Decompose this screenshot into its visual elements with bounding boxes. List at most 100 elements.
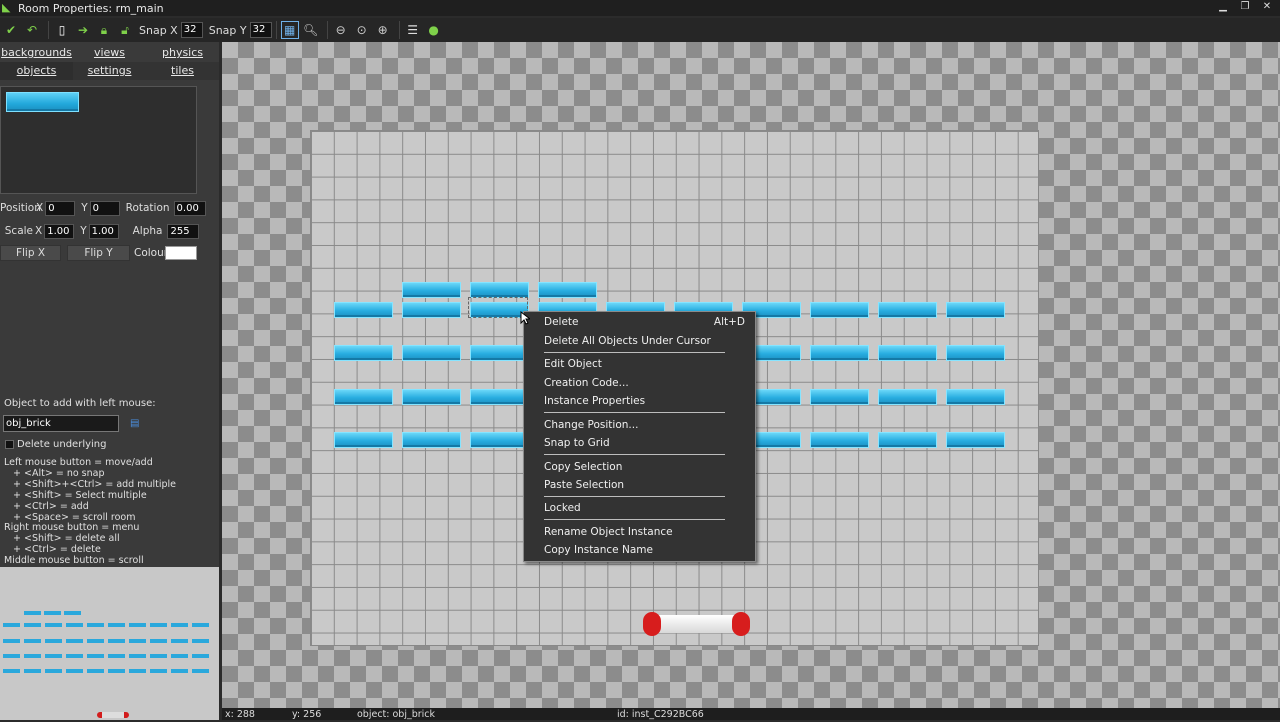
brick-instance[interactable] (402, 282, 461, 298)
minimap-brick (171, 623, 188, 627)
brick-instance[interactable] (334, 302, 393, 318)
position-y-input[interactable]: 0 (89, 200, 120, 216)
brick-instance[interactable] (538, 282, 597, 298)
colour-swatch[interactable] (165, 246, 197, 260)
tab-views[interactable]: views (73, 44, 146, 62)
minimap-brick (192, 639, 209, 643)
brick-instance[interactable] (334, 389, 393, 405)
menu-separator (544, 352, 725, 353)
list-icon[interactable]: ☰ (404, 21, 422, 39)
brick-instance[interactable] (470, 432, 529, 448)
tab-settings[interactable]: settings (73, 62, 146, 80)
undo-icon[interactable]: ↶ (23, 21, 41, 39)
new-document-icon[interactable]: ▯ (53, 21, 71, 39)
minimap-brick (3, 669, 20, 673)
unlock-icon[interactable]: 🔓︎ (116, 21, 134, 39)
zoom-in-icon[interactable]: ⊕ (374, 21, 392, 39)
snap-x-label: Snap X (139, 23, 178, 37)
minimap-brick (3, 654, 20, 658)
minimize-icon[interactable]: ▁ (1216, 1, 1230, 13)
mouse-help-text: Left mouse button = move/add + <Alt> = n… (4, 457, 177, 567)
tab-row-2: objects settings tiles (0, 62, 219, 80)
brick-instance[interactable] (334, 432, 393, 448)
brick-instance[interactable] (878, 345, 937, 361)
brick-instance[interactable] (878, 302, 937, 318)
tab-physics[interactable]: physics (146, 44, 219, 62)
brick-instance[interactable] (810, 432, 869, 448)
tab-tiles[interactable]: tiles (146, 62, 219, 80)
brick-instance[interactable] (810, 302, 869, 318)
menu-item-instance-properties[interactable]: Instance Properties (544, 395, 645, 407)
shift-arrow-icon[interactable]: ➔ (74, 21, 92, 39)
zoom-reset-icon[interactable]: ⊙ (353, 21, 371, 39)
flip-y-button[interactable]: Flip Y (67, 245, 130, 261)
menu-item-creation-code[interactable]: Creation Code... (544, 377, 629, 389)
brick-instance[interactable] (402, 389, 461, 405)
alpha-input[interactable]: 255 (167, 223, 200, 239)
menu-item-paste-selection[interactable]: Paste Selection (544, 479, 624, 491)
restore-icon[interactable]: ❐ (1238, 1, 1252, 13)
brick-instance[interactable] (402, 345, 461, 361)
menu-separator (544, 412, 725, 413)
brick-instance[interactable] (946, 432, 1005, 448)
position-x-input[interactable]: 0 (45, 200, 76, 216)
object-preview (0, 86, 197, 194)
brick-instance[interactable] (334, 345, 393, 361)
minimap-brick (108, 669, 125, 673)
minimap-brick (171, 654, 188, 658)
menu-item-rename-object-instance[interactable]: Rename Object Instance (544, 526, 673, 538)
paddle-instance[interactable] (643, 612, 750, 636)
minimap-brick (87, 623, 104, 627)
delete-underlying-checkbox[interactable] (5, 440, 14, 449)
status-bar: x: 288 y: 256 object: obj_brick id: inst… (222, 708, 1280, 720)
tab-backgrounds[interactable]: backgrounds (0, 44, 73, 62)
minimap-brick (150, 623, 167, 627)
menu-item-change-position[interactable]: Change Position... (544, 419, 638, 431)
brick-instance[interactable] (810, 345, 869, 361)
zoom-dropdown-icon[interactable]: 🔍︎ (302, 21, 320, 39)
brick-instance[interactable] (946, 389, 1005, 405)
lock-icon[interactable]: 🔒︎ (95, 21, 113, 39)
help-icon[interactable]: ● (425, 21, 443, 39)
menu-item-delete[interactable]: Delete (544, 316, 579, 328)
minimap-brick (129, 639, 146, 643)
brick-instance[interactable] (878, 389, 937, 405)
snap-x-input[interactable]: 32 (180, 22, 203, 38)
brick-instance[interactable] (402, 302, 461, 318)
minimap-brick (24, 654, 41, 658)
minimap-brick (24, 623, 41, 627)
menu-item-locked[interactable]: Locked (544, 502, 581, 514)
menu-item-delete-all-under-cursor[interactable]: Delete All Objects Under Cursor (544, 335, 711, 347)
close-icon[interactable]: ✕ (1260, 1, 1274, 13)
brick-instance[interactable] (946, 302, 1005, 318)
zoom-out-icon[interactable]: ⊖ (332, 21, 350, 39)
object-menu-icon[interactable]: ▤ (130, 418, 142, 429)
menu-item-snap-to-grid[interactable]: Snap to Grid (544, 437, 610, 449)
menu-item-copy-instance-name[interactable]: Copy Instance Name (544, 544, 653, 556)
menu-item-copy-selection[interactable]: Copy Selection (544, 461, 622, 473)
brick-instance[interactable] (946, 345, 1005, 361)
snap-y-input[interactable]: 32 (249, 22, 272, 38)
brick-instance[interactable] (402, 432, 461, 448)
minimap-brick (24, 639, 41, 643)
brick-instance[interactable] (470, 345, 529, 361)
object-select-input[interactable]: obj_brick (3, 415, 119, 432)
brick-instance[interactable] (470, 282, 529, 298)
minimap-brick (192, 623, 209, 627)
rotation-label: Rotation (125, 202, 170, 214)
rotation-input[interactable]: 0.00 (173, 200, 206, 216)
snap-y-label: Snap Y (208, 23, 247, 37)
window-title: Room Properties: rm_main (18, 1, 164, 15)
scale-x-input[interactable]: 1.00 (44, 223, 75, 239)
scale-y-input[interactable]: 1.00 (88, 223, 119, 239)
room-minimap[interactable] (0, 567, 219, 720)
grid-toggle-icon[interactable]: ▦ (280, 21, 299, 39)
menu-item-edit-object[interactable]: Edit Object (544, 358, 602, 370)
ok-check-icon[interactable]: ✔ (2, 21, 20, 39)
tab-objects[interactable]: objects (0, 62, 73, 80)
minimap-brick (129, 669, 146, 673)
flip-x-button[interactable]: Flip X (0, 245, 61, 261)
brick-instance[interactable] (810, 389, 869, 405)
brick-instance[interactable] (878, 432, 937, 448)
brick-instance[interactable] (470, 389, 529, 405)
